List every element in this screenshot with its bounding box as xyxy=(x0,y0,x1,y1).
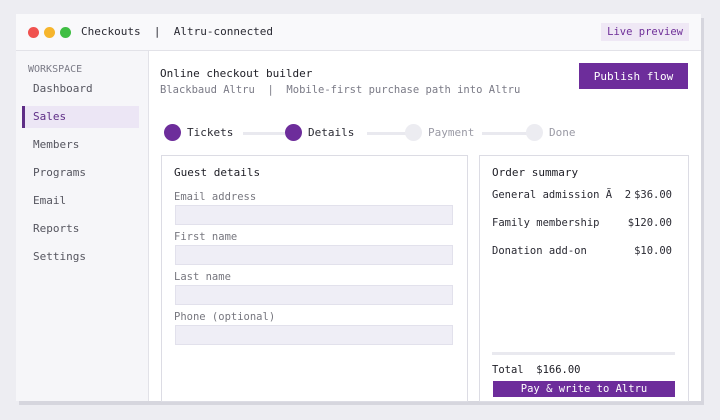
step-connector xyxy=(482,132,527,135)
order-line-name: General admission Ã 2 xyxy=(492,189,632,201)
sidebar-item-sales[interactable]: Sales xyxy=(22,106,139,128)
order-line-amount: $36.00 xyxy=(634,189,672,201)
page-title: Online checkout builder xyxy=(160,67,313,80)
window-title: Checkouts | Altru-connected xyxy=(81,25,274,38)
sidebar-item-email[interactable]: Email xyxy=(22,190,139,212)
step-complete-icon xyxy=(164,124,181,141)
step-label: Done xyxy=(549,126,576,139)
sidebar-item-settings[interactable]: Settings xyxy=(22,246,139,268)
step-label: Details xyxy=(308,126,355,139)
phone-field-label: Phone (optional) xyxy=(174,311,276,323)
email-field[interactable] xyxy=(175,205,453,225)
minimize-window-button[interactable] xyxy=(44,27,55,38)
order-total: Total $166.00 xyxy=(492,364,581,376)
sidebar-item-reports[interactable]: Reports xyxy=(22,218,139,240)
sidebar-item-members[interactable]: Members xyxy=(22,134,139,156)
step-pending-icon xyxy=(526,124,543,141)
live-preview-badge[interactable]: Live preview xyxy=(601,23,689,41)
order-line-name: Donation add-on xyxy=(492,245,587,257)
step-label: Tickets xyxy=(187,126,234,139)
pay-write-to-altru-button[interactable]: Pay & write to Altru xyxy=(493,381,675,397)
order-line-amount: $120.00 xyxy=(627,217,672,229)
first-name-field-label: First name xyxy=(174,231,238,243)
checkout-stepper: Tickets Details Payment Done xyxy=(164,124,576,142)
title-bar: Checkouts | Altru-connected Live preview xyxy=(16,14,701,51)
close-window-button[interactable] xyxy=(28,27,39,38)
publish-flow-button[interactable]: Publish flow xyxy=(579,63,688,89)
sidebar-item-programs[interactable]: Programs xyxy=(22,162,139,184)
order-divider xyxy=(492,352,675,355)
first-name-field[interactable] xyxy=(175,245,453,265)
panel-title: Order summary xyxy=(492,166,579,179)
panel-title: Guest details xyxy=(174,166,261,179)
order-line-name: Family membership xyxy=(492,217,600,229)
main-content: Online checkout builder Blackbaud Altru … xyxy=(148,51,701,402)
page-subtitle: Blackbaud Altru | Mobile-first purchase … xyxy=(160,84,521,96)
order-summary-panel: Order summary General admission Ã 2 $36.… xyxy=(479,155,689,402)
step-complete-icon xyxy=(285,124,302,141)
guest-details-panel: Guest details Email address First name L… xyxy=(161,155,468,402)
phone-field[interactable] xyxy=(175,325,453,345)
step-connector xyxy=(367,132,409,135)
last-name-field-label: Last name xyxy=(174,271,231,283)
email-field-label: Email address xyxy=(174,191,257,203)
sidebar-item-dashboard[interactable]: Dashboard xyxy=(22,78,139,100)
order-line-amount: $10.00 xyxy=(634,245,672,257)
maximize-window-button[interactable] xyxy=(60,27,71,38)
step-label: Payment xyxy=(428,126,475,139)
step-connector xyxy=(243,132,285,135)
app-window: Checkouts | Altru-connected Live preview… xyxy=(16,14,701,402)
sidebar-section-label: WORKSPACE xyxy=(28,64,83,75)
step-pending-icon xyxy=(405,124,422,141)
sidebar: WORKSPACE Dashboard Sales Members Progra… xyxy=(16,51,146,401)
last-name-field[interactable] xyxy=(175,285,453,305)
